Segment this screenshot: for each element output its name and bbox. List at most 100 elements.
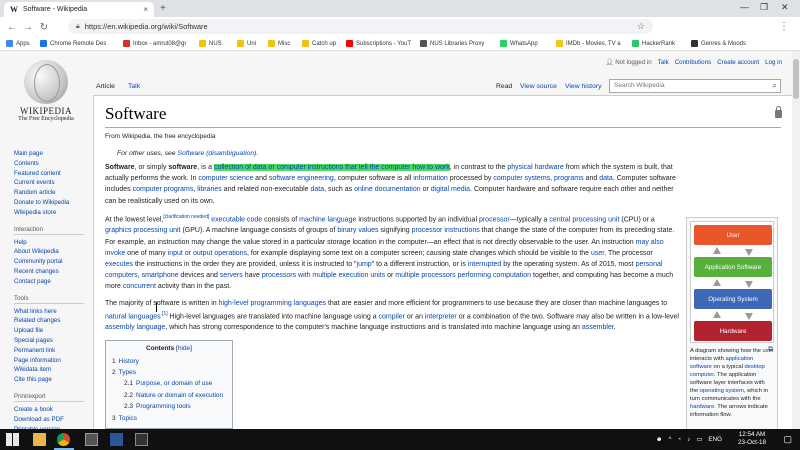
link[interactable]: assembler <box>582 324 614 331</box>
toc-link[interactable]: Purpose, or domain of use <box>136 380 212 387</box>
link[interactable]: libraries <box>197 186 222 193</box>
sidebar-link[interactable]: Community portal <box>14 257 94 267</box>
volume-icon[interactable]: ♪ <box>687 436 690 443</box>
link[interactable]: software engineering <box>269 175 334 182</box>
calculator-icon[interactable] <box>85 433 98 446</box>
maximize-button[interactable]: ❐ <box>760 2 768 13</box>
link[interactable]: data <box>310 186 324 193</box>
toc-item[interactable]: 1 History <box>112 356 226 367</box>
people-icon[interactable]: ☻ <box>656 436 663 443</box>
toc-item[interactable]: 3 Topics <box>112 413 226 424</box>
sidebar-link[interactable]: About Wikipedia <box>14 247 94 257</box>
toc-item[interactable]: 2.3 Programming tools <box>112 401 226 412</box>
bookmark-item[interactable]: WhatsApp <box>500 40 538 47</box>
new-tab-button[interactable]: + <box>160 3 166 14</box>
toc-link[interactable]: Topics <box>119 415 137 422</box>
word-icon[interactable] <box>110 433 123 446</box>
scrollbar-thumb[interactable] <box>793 59 799 99</box>
link[interactable]: executable code <box>209 216 262 223</box>
sidebar-link[interactable]: Upload file <box>14 326 94 336</box>
toc-link[interactable]: Types <box>119 369 136 376</box>
back-button[interactable]: ← <box>4 22 20 33</box>
link[interactable]: jump <box>357 261 372 268</box>
sidebar-link[interactable]: Download as PDF <box>14 415 94 425</box>
sidebar-link[interactable]: Donate to Wikipedia <box>14 198 94 208</box>
citation-link[interactable]: .[1] <box>161 311 168 317</box>
toc-item[interactable]: 2.1 Purpose, or domain of use <box>112 378 226 389</box>
sidebar-link[interactable]: Related changes <box>14 316 94 326</box>
tab-view-history[interactable]: View history <box>565 83 602 90</box>
toc-link[interactable]: Nature or domain of execution <box>136 392 223 399</box>
sidebar-link[interactable]: Contents <box>14 159 94 169</box>
bookmark-item[interactable]: Subscriptions - YouT <box>346 40 411 47</box>
sidebar-heading[interactable]: Tools <box>14 295 84 304</box>
scrollbar[interactable] <box>792 51 800 429</box>
wikipedia-logo[interactable]: WIKIPEDIA The Free Encyclopedia <box>16 60 76 122</box>
toc-link[interactable]: Programming tools <box>136 403 191 410</box>
link[interactable]: operating system <box>700 388 744 394</box>
sidebar-link[interactable]: Contact page <box>14 277 94 287</box>
link[interactable]: user <box>591 250 604 257</box>
file-explorer-icon[interactable] <box>33 433 46 446</box>
link[interactable]: compiler <box>379 313 405 320</box>
sidebar-link[interactable]: Featured content <box>14 169 94 179</box>
minimize-button[interactable]: — <box>740 2 749 12</box>
link[interactable]: computer instructions <box>277 164 344 171</box>
link[interactable]: online documentation <box>354 186 421 193</box>
link[interactable]: physical hardware <box>507 164 563 171</box>
clock[interactable]: 12:54 AM 23-Oct-18 <box>738 431 766 447</box>
sidebar-link[interactable]: Wikidata item <box>14 365 94 375</box>
forward-button[interactable]: → <box>20 22 36 33</box>
sidebar-link[interactable]: Main page <box>14 149 94 159</box>
contributions-link[interactable]: Contributions <box>675 59 711 66</box>
sidebar-link[interactable]: Special pages <box>14 336 94 346</box>
sidebar-link[interactable]: Create a book <box>14 405 94 415</box>
bookmark-item[interactable]: NUS <box>199 40 222 47</box>
software-layers-diagram[interactable]: User Application Software Operating System… <box>690 221 774 343</box>
language-indicator[interactable]: ENG <box>708 436 722 443</box>
tray-chevron-icon[interactable]: ^ <box>668 436 671 443</box>
sidebar-link[interactable]: Page information <box>14 356 94 366</box>
link[interactable]: assembly language <box>105 324 165 331</box>
bookmark-item[interactable]: Catch up <box>302 40 336 47</box>
close-window-button[interactable]: ✕ <box>781 2 789 13</box>
link[interactable]: computer programs <box>133 186 194 193</box>
search-input[interactable]: Search Wikipedia ⌕ <box>609 79 781 93</box>
wifi-icon[interactable]: ◔ <box>677 436 681 443</box>
link[interactable]: data <box>599 175 613 182</box>
create-account-link[interactable]: Create account <box>717 59 759 66</box>
link[interactable]: interrupted <box>468 261 501 268</box>
link[interactable]: input or output operations <box>168 250 247 257</box>
chrome-menu-icon[interactable]: ⋮ <box>776 21 792 32</box>
link[interactable]: computer science <box>198 175 253 182</box>
sidebar-link[interactable]: Cite this page <box>14 375 94 385</box>
link[interactable]: programs <box>554 175 584 182</box>
bookmark-item[interactable]: Misc <box>268 40 290 47</box>
disambiguation-link[interactable]: Software (disambiguation) <box>177 150 256 157</box>
windows-start-icon[interactable] <box>6 433 19 446</box>
sidebar-link[interactable]: Random article <box>14 188 94 198</box>
link[interactable]: interpreter <box>425 313 457 320</box>
bookmark-item[interactable]: NUS Libraries Proxy <box>420 40 484 47</box>
sidebar-link[interactable]: What links here <box>14 307 94 317</box>
link[interactable]: information <box>413 175 448 182</box>
sidebar-link[interactable]: Wikipedia store <box>14 208 94 218</box>
video-editor-icon[interactable] <box>135 433 148 446</box>
bookmark-item[interactable]: Apps <box>6 40 30 47</box>
sidebar-link[interactable]: Permanent link <box>14 346 94 356</box>
sidebar-link[interactable]: Help <box>14 238 94 248</box>
reload-button[interactable]: ↻ <box>36 22 52 33</box>
sidebar-heading[interactable]: Interaction <box>14 226 84 235</box>
tab-article[interactable]: Article <box>96 83 115 90</box>
link[interactable]: smartphone <box>142 272 179 279</box>
toc-hide-link[interactable]: hide <box>178 345 190 352</box>
clarification-needed-link[interactable]: [clarification needed] <box>163 214 209 220</box>
tab-close-icon[interactable]: × <box>143 5 148 14</box>
search-icon[interactable]: ⌕ <box>773 81 777 91</box>
link[interactable]: processors with multiple execution units <box>262 272 385 279</box>
link[interactable]: digital media <box>431 186 470 193</box>
link[interactable]: machine language <box>299 216 356 223</box>
link[interactable]: executes <box>105 261 133 268</box>
sidebar-heading[interactable]: Print/export <box>14 393 84 402</box>
browser-tab[interactable]: W Software - Wikipedia × <box>4 2 154 17</box>
